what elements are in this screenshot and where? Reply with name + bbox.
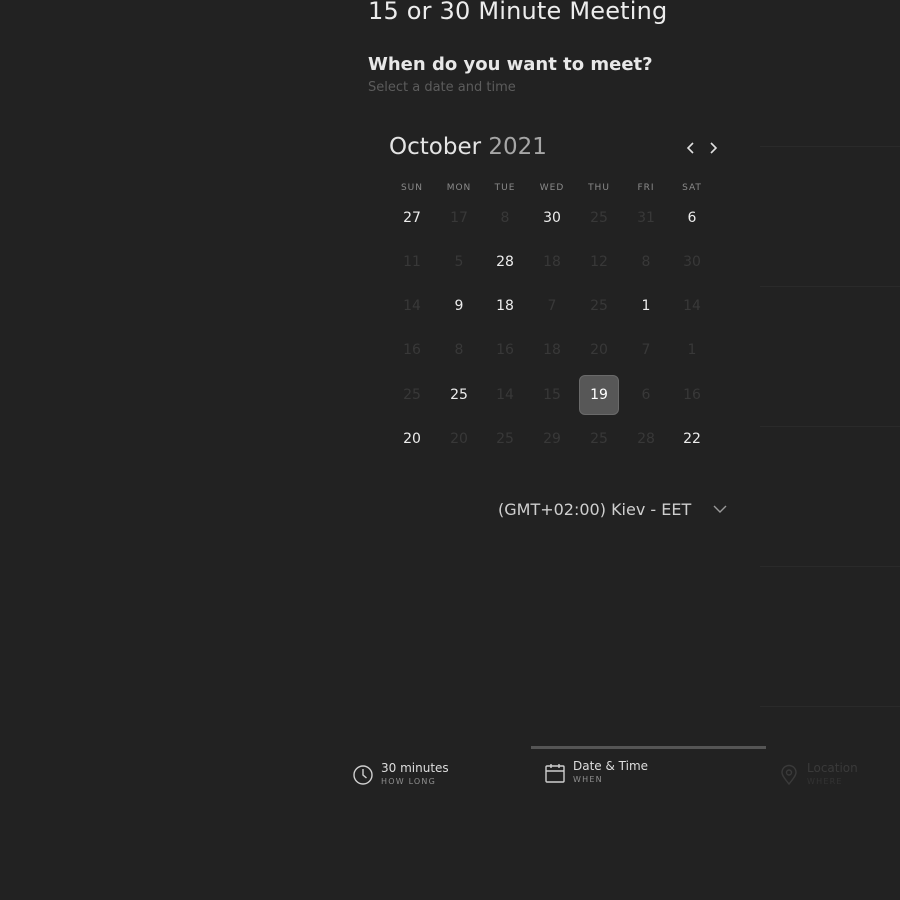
- timezone-select[interactable]: (GMT+02:00) Kiev - EET: [498, 500, 730, 522]
- unavailable-day: 8: [500, 210, 510, 226]
- weekday-label: MON: [446, 183, 472, 193]
- unavailable-day: 14: [496, 387, 514, 403]
- available-day[interactable]: 20: [392, 419, 432, 459]
- unavailable-day: 18: [543, 254, 561, 270]
- unavailable-day: 17: [450, 210, 468, 226]
- date-question-subtitle: Select a date and time: [368, 80, 516, 95]
- unavailable-day: 28: [637, 431, 655, 447]
- unavailable-day: 7: [547, 298, 557, 314]
- divider: [760, 566, 900, 567]
- unavailable-day: 11: [403, 254, 421, 270]
- divider: [760, 286, 900, 287]
- timezone-value: (GMT+02:00) Kiev - EET: [498, 500, 692, 519]
- weekday-label: WED: [539, 183, 565, 193]
- unavailable-day: 25: [590, 431, 608, 447]
- available-day[interactable]: 22: [672, 419, 712, 459]
- divider: [760, 426, 900, 427]
- weekday-label: FRI: [637, 183, 655, 193]
- unavailable-day: 29: [543, 431, 561, 447]
- available-day[interactable]: 1: [626, 286, 666, 326]
- step-duration-title: 30 minutes: [381, 761, 449, 775]
- divider: [760, 146, 900, 147]
- unavailable-day: 25: [590, 210, 608, 226]
- month-label: October: [389, 134, 482, 160]
- available-day[interactable]: 9: [439, 286, 479, 326]
- unavailable-day: 31: [637, 210, 655, 226]
- previous-month-button[interactable]: [682, 138, 700, 158]
- unavailable-day: 7: [641, 342, 651, 358]
- unavailable-day: 18: [543, 342, 561, 358]
- step-date-time[interactable]: Date & Time WHEN: [544, 758, 648, 786]
- available-day[interactable]: 6: [672, 198, 712, 238]
- calendar-icon: [545, 764, 565, 783]
- step-date-time-subtitle: WHEN: [573, 775, 603, 784]
- unavailable-day: 20: [590, 342, 608, 358]
- divider: [760, 706, 900, 707]
- unavailable-day: 25: [590, 298, 608, 314]
- weekday-label: SUN: [400, 183, 424, 193]
- unavailable-day: 14: [403, 298, 421, 314]
- available-day[interactable]: 28: [485, 242, 525, 282]
- available-day[interactable]: 18: [485, 286, 525, 326]
- unavailable-day: 15: [543, 387, 561, 403]
- available-day[interactable]: 27: [392, 198, 432, 238]
- unavailable-day: 14: [683, 298, 701, 314]
- available-day[interactable]: 25: [439, 375, 479, 415]
- step-location-title: Location: [807, 761, 858, 775]
- month-year-heading: October 2021: [389, 134, 547, 160]
- year-label: 2021: [488, 134, 547, 160]
- next-month-button[interactable]: [704, 138, 722, 158]
- weekday-label: TUE: [494, 183, 516, 193]
- active-step-indicator: [531, 746, 766, 749]
- unavailable-day: 30: [683, 254, 701, 270]
- chevron-down-icon: [713, 505, 727, 513]
- step-location-subtitle: WHERE: [807, 777, 843, 786]
- available-day[interactable]: 30: [532, 198, 572, 238]
- chevron-left-icon: [686, 142, 694, 154]
- unavailable-day: 6: [641, 387, 651, 403]
- step-duration[interactable]: 30 minutes HOW LONG: [352, 760, 449, 788]
- location-pin-icon: [781, 764, 797, 786]
- weekday-label: SAT: [682, 183, 702, 193]
- unavailable-day: 12: [590, 254, 608, 270]
- date-question: When do you want to meet?: [368, 54, 653, 75]
- unavailable-day: 25: [403, 387, 421, 403]
- step-date-time-title: Date & Time: [573, 759, 649, 773]
- unavailable-day: 8: [641, 254, 651, 270]
- selected-day[interactable]: 19: [579, 375, 619, 415]
- unavailable-day: 16: [403, 342, 421, 358]
- page-title: 15 or 30 Minute Meeting: [368, 0, 668, 25]
- step-duration-subtitle: HOW LONG: [381, 777, 437, 786]
- unavailable-day: 5: [454, 254, 464, 270]
- weekday-label: THU: [588, 183, 610, 193]
- chevron-right-icon: [710, 142, 718, 154]
- unavailable-day: 16: [496, 342, 514, 358]
- unavailable-day: 16: [683, 387, 701, 403]
- unavailable-day: 20: [450, 431, 468, 447]
- clock-icon: [353, 765, 373, 785]
- unavailable-day: 25: [496, 431, 514, 447]
- step-location[interactable]: Location WHERE: [778, 760, 858, 788]
- unavailable-day: 8: [454, 342, 464, 358]
- unavailable-day: 1: [687, 342, 697, 358]
